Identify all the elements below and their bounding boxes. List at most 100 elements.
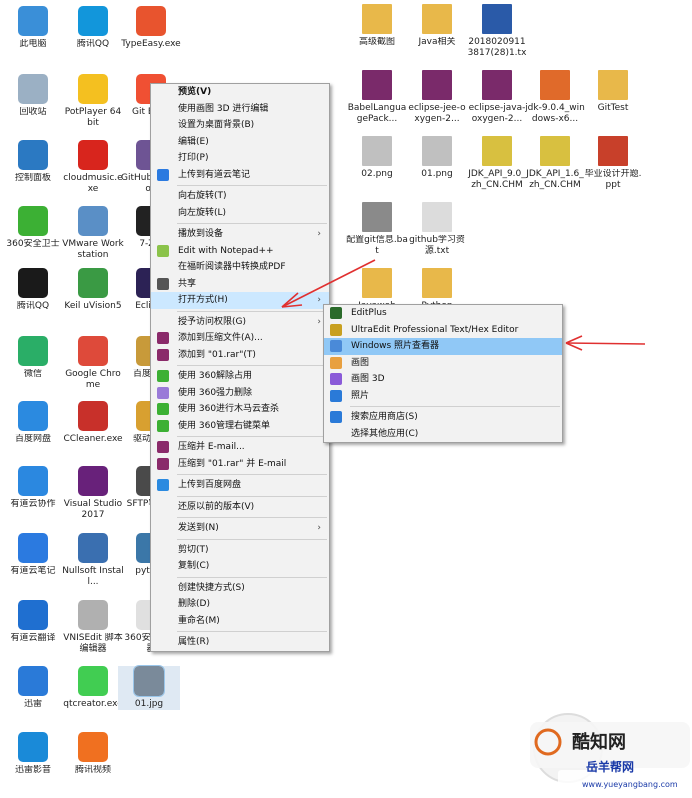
menu-item[interactable]: 使用 360进行木马云查杀 bbox=[151, 401, 329, 418]
desktop-icon[interactable]: Keil uVision5 bbox=[62, 268, 124, 312]
desktop-icon[interactable]: 有道云笔记 bbox=[2, 533, 64, 577]
menu-item-label: 压缩到 "01.rar" 并 E-mail bbox=[178, 458, 287, 469]
desktop-icon[interactable]: VNISEdit 脚本编辑器 bbox=[62, 600, 124, 655]
desktop-icon[interactable]: 此电脑 bbox=[2, 6, 64, 50]
desktop-icon[interactable]: 百度网盘 bbox=[2, 401, 64, 445]
desktop-icon-label: 有道云笔记 bbox=[10, 566, 56, 576]
desktop-icon[interactable]: qtcreator.exe bbox=[62, 666, 124, 710]
desktop-icon-label: JDK_API_1.6_zh_CN.CHM bbox=[526, 169, 584, 190]
desktop-icon[interactable]: eclipse-java-oxygen-2... bbox=[466, 70, 528, 125]
desktop-icon[interactable]: 360安全卫士 bbox=[2, 206, 64, 250]
desktop-icon[interactable]: 迅雷影音 bbox=[2, 732, 64, 776]
menu-item[interactable]: 发送到(N) › bbox=[151, 520, 329, 537]
file-icon bbox=[362, 4, 392, 34]
menu-item[interactable]: 添加到 "01.rar"(T) bbox=[151, 347, 329, 364]
menu-item-label: 剪切(T) bbox=[178, 544, 209, 555]
menu-item[interactable]: 搜索应用商店(S) bbox=[324, 409, 562, 426]
desktop-icon[interactable]: VMware Workstation bbox=[62, 206, 124, 261]
menu-item[interactable]: 授予访问权限(G) › bbox=[151, 314, 329, 331]
desktop-icon[interactable]: 20180209113817(28)1.txt bbox=[466, 4, 528, 59]
menu-item[interactable]: 画图 3D bbox=[324, 371, 562, 388]
menu-item[interactable]: 设置为桌面背景(B) bbox=[151, 117, 329, 134]
menu-item[interactable]: 上传到百度网盘 bbox=[151, 477, 329, 494]
menu-item[interactable]: 播放到设备 › bbox=[151, 226, 329, 243]
desktop-icon[interactable]: 有道云协作 bbox=[2, 466, 64, 510]
desktop-icon[interactable]: 02.png bbox=[346, 136, 408, 180]
desktop-icon[interactable]: PotPlayer 64 bit bbox=[62, 74, 124, 129]
app-icon bbox=[78, 336, 108, 366]
desktop-icon[interactable]: eclipse-jee-oxygen-2... bbox=[406, 70, 468, 125]
menu-item[interactable]: 重命名(M) bbox=[151, 613, 329, 630]
desktop-icon[interactable]: 回收站 bbox=[2, 74, 64, 118]
desktop-icon[interactable]: BabelLanguagePack... bbox=[346, 70, 408, 125]
menu-item[interactable]: 压缩到 "01.rar" 并 E-mail bbox=[151, 456, 329, 473]
desktop-icon[interactable]: Java相关 bbox=[406, 4, 468, 48]
desktop-icon[interactable]: 腾讯QQ bbox=[2, 268, 64, 312]
desktop-icon[interactable]: 配置git信息.bat bbox=[346, 202, 408, 257]
menu-separator bbox=[177, 365, 327, 366]
desktop-icon[interactable]: cloudmusic.exe bbox=[62, 140, 124, 195]
menu-item-label: 画图 3D bbox=[351, 374, 385, 384]
desktop-icon[interactable]: JDK_API_9.0_zh_CN.CHM bbox=[466, 136, 528, 191]
desktop-icon[interactable]: jdk-9.0.4_windows-x6... bbox=[524, 70, 586, 125]
chevron-right-icon: › bbox=[317, 523, 321, 533]
desktop-icon[interactable]: Visual Studio 2017 bbox=[62, 466, 124, 521]
desktop-icon-label: 腾讯QQ bbox=[76, 39, 110, 49]
menu-item[interactable]: 照片 bbox=[324, 388, 562, 405]
menu-item[interactable]: 上传到有道云笔记 bbox=[151, 167, 329, 184]
desktop-icon[interactable]: 毕业设计开题.ppt bbox=[582, 136, 644, 191]
file-icon bbox=[540, 136, 570, 166]
desktop-icon[interactable]: CCleaner.exe bbox=[62, 401, 124, 445]
menu-item[interactable]: 使用 360解除占用 bbox=[151, 368, 329, 385]
menu-item[interactable]: 画图 bbox=[324, 355, 562, 372]
menu-item-label: 画图 bbox=[351, 357, 370, 368]
desktop-icon[interactable]: 01.png bbox=[406, 136, 468, 180]
app-icon bbox=[18, 533, 48, 563]
menu-item[interactable]: 选择其他应用(C) bbox=[324, 426, 562, 443]
menu-item-label: 复制(C) bbox=[178, 561, 210, 571]
desktop-icon-label: 控制面板 bbox=[14, 173, 51, 183]
desktop-icon[interactable]: JDK_API_1.6_zh_CN.CHM bbox=[524, 136, 586, 191]
menu-item[interactable]: 编辑(E) bbox=[151, 134, 329, 151]
desktop-icon[interactable]: Google Chrome bbox=[62, 336, 124, 391]
paint-3d-icon bbox=[330, 373, 342, 385]
menu-item[interactable]: 压缩并 E-mail... bbox=[151, 439, 329, 456]
desktop-icon[interactable]: github学习资源.txt bbox=[406, 202, 468, 257]
menu-item[interactable]: 使用 360管理右键菜单 bbox=[151, 418, 329, 435]
menu-item[interactable]: 预览(V) bbox=[151, 84, 329, 101]
menu-separator bbox=[177, 185, 327, 186]
menu-item[interactable]: 添加到压缩文件(A)... bbox=[151, 330, 329, 347]
menu-item[interactable]: Windows 照片查看器 bbox=[324, 338, 562, 355]
desktop-icon[interactable]: 腾讯视频 bbox=[62, 732, 124, 776]
desktop-icon[interactable]: Nullsoft Install... bbox=[62, 533, 124, 588]
menu-separator bbox=[177, 538, 327, 540]
desktop-icon[interactable]: 微信 bbox=[2, 336, 64, 380]
open-with-submenu: EditPlus UltraEdit Professional Text/Hex … bbox=[323, 304, 563, 443]
desktop-icon[interactable]: 腾讯QQ bbox=[62, 6, 124, 50]
desktop-icon[interactable]: 01.jpg bbox=[118, 665, 180, 710]
menu-item[interactable]: 向左旋转(L) bbox=[151, 205, 329, 222]
menu-item-label: 删除(D) bbox=[178, 599, 210, 609]
desktop-icon[interactable]: TypeEasy.exe bbox=[120, 6, 182, 50]
desktop-icon[interactable]: 有道云翻译 bbox=[2, 600, 64, 644]
menu-item-label: 使用 360强力删除 bbox=[178, 387, 253, 398]
desktop-icon[interactable]: 高级截图 bbox=[346, 4, 408, 48]
menu-item[interactable]: 创建快捷方式(S) bbox=[151, 580, 329, 597]
desktop-icon-label: cloudmusic.exe bbox=[63, 173, 123, 194]
menu-item[interactable]: 向右旋转(T) bbox=[151, 188, 329, 205]
menu-item[interactable]: 剪切(T) bbox=[151, 542, 329, 559]
desktop-icon[interactable]: GitTest bbox=[582, 70, 644, 114]
menu-item-label: 重命名(M) bbox=[178, 615, 220, 626]
menu-item[interactable]: 还原以前的版本(V) bbox=[151, 499, 329, 516]
menu-item[interactable]: UltraEdit Professional Text/Hex Editor bbox=[324, 322, 562, 339]
menu-item[interactable]: 删除(D) bbox=[151, 596, 329, 613]
menu-item[interactable]: 复制(C) bbox=[151, 558, 329, 575]
desktop-icon[interactable]: 迅雷 bbox=[2, 666, 64, 710]
menu-item-label: 播放到设备 bbox=[178, 229, 224, 239]
menu-item[interactable]: 打印(P) bbox=[151, 150, 329, 167]
menu-item[interactable]: 使用画图 3D 进行编辑 bbox=[151, 101, 329, 118]
desktop-icon[interactable]: 控制面板 bbox=[2, 140, 64, 184]
menu-item-label: 还原以前的版本(V) bbox=[178, 501, 255, 512]
menu-item[interactable]: 使用 360强力删除 bbox=[151, 385, 329, 402]
menu-item[interactable]: 属性(R) bbox=[151, 634, 329, 651]
